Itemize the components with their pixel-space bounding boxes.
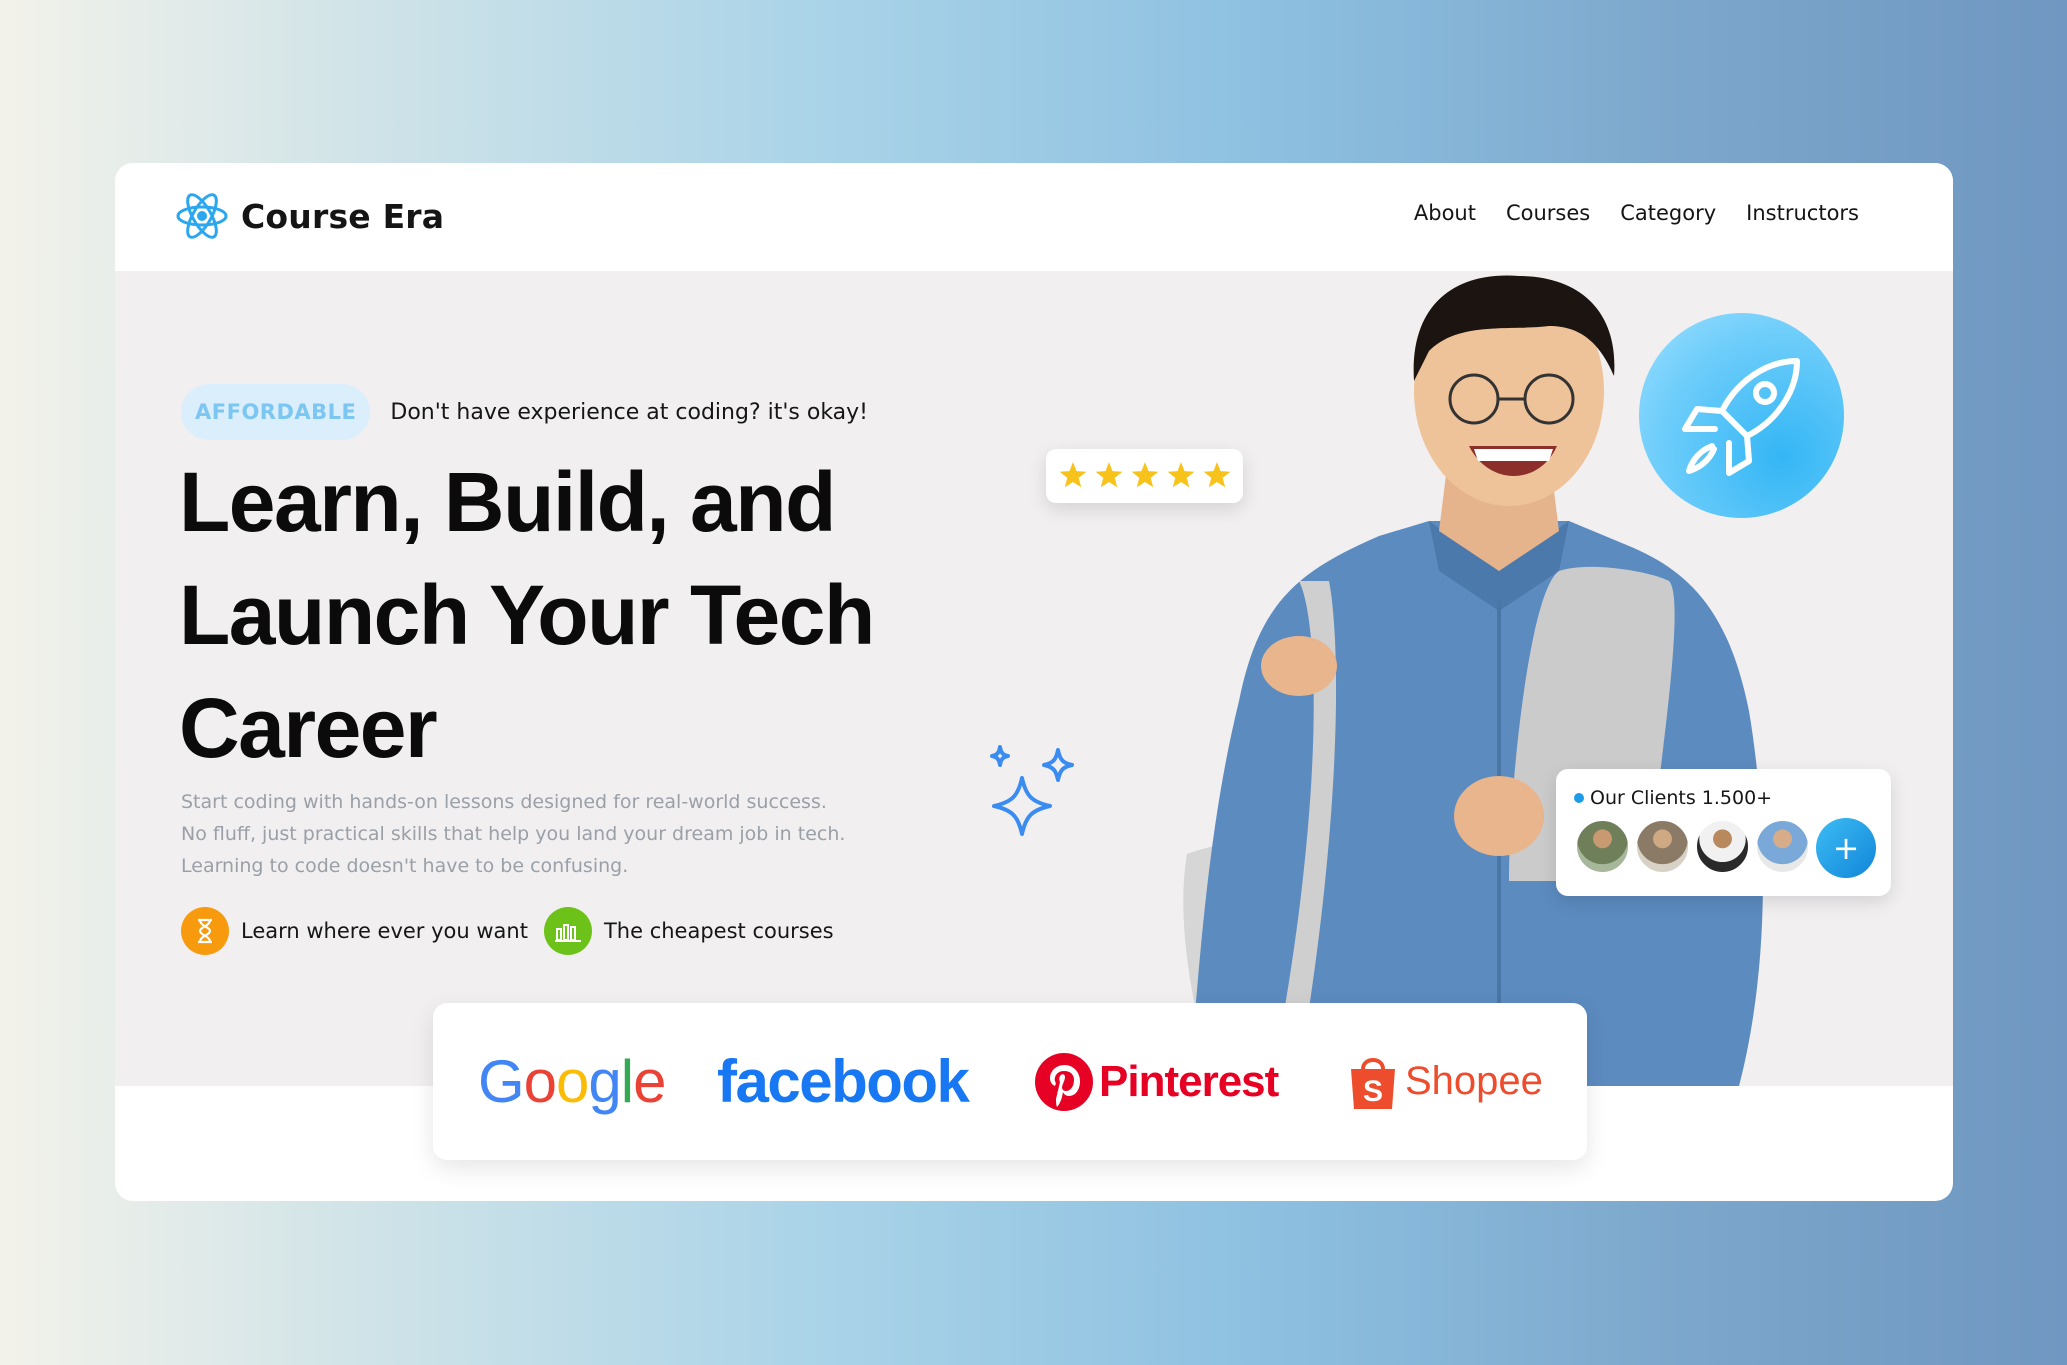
partners-bar: Google facebook Pinterest S Shopee xyxy=(433,1003,1587,1160)
clients-card: Our Clients 1.500+ + xyxy=(1556,769,1891,896)
logo[interactable]: Course Era xyxy=(175,187,444,245)
brand-name: Course Era xyxy=(241,196,445,236)
bar-chart-icon xyxy=(543,907,592,955)
star-icon xyxy=(1167,462,1194,488)
pinterest-logo: Pinterest xyxy=(1035,1003,1279,1160)
avatar-group: + xyxy=(1574,818,1876,878)
google-logo: Google xyxy=(478,1003,667,1160)
status-dot xyxy=(1574,793,1584,803)
hourglass-icon xyxy=(181,907,229,955)
nav-courses[interactable]: Courses xyxy=(1506,201,1590,225)
headline-line: Learn, Build, and xyxy=(179,455,836,549)
clients-title: Our Clients 1.500+ xyxy=(1574,787,1772,809)
rocket-icon xyxy=(1681,357,1800,476)
hero-headline: Learn, Build, and Launch Your Tech Caree… xyxy=(179,446,1039,785)
facebook-logo: facebook xyxy=(717,1003,970,1160)
shopee-logo: S Shopee xyxy=(1349,1003,1543,1160)
shopping-bag-icon: S xyxy=(1351,1057,1395,1109)
avatar[interactable] xyxy=(1634,818,1691,875)
avatar[interactable] xyxy=(1754,818,1811,875)
google-letter: e xyxy=(633,1048,666,1115)
svg-text:S: S xyxy=(1363,1075,1383,1108)
add-client-button[interactable]: + xyxy=(1816,818,1876,878)
landing-card: Course Era About Courses Category Instru… xyxy=(115,163,1953,1201)
description-line: No fluff, just practical skills that hel… xyxy=(181,823,846,845)
nav-category[interactable]: Category xyxy=(1620,201,1716,225)
google-letter: l xyxy=(620,1048,634,1115)
badge-text: Don't have experience at coding? it's ok… xyxy=(390,399,868,425)
feature-row: Learn where ever you want The cheapest c… xyxy=(181,907,834,955)
navbar: Course Era About Courses Category Instru… xyxy=(115,163,1953,271)
description-line: Learning to code doesn't have to be conf… xyxy=(181,855,629,877)
rating-card xyxy=(1046,449,1243,503)
headline-line: Career xyxy=(179,681,438,775)
affordable-badge: AFFORDABLE xyxy=(181,384,371,440)
pinterest-icon xyxy=(1035,1052,1093,1111)
feature-label: The cheapest courses xyxy=(603,919,834,943)
feature-item: Learn where ever you want xyxy=(181,907,528,955)
feature-item: The cheapest courses xyxy=(543,907,834,955)
avatar[interactable] xyxy=(1694,818,1751,875)
google-letter: o xyxy=(556,1048,589,1115)
badge-row: AFFORDABLE Don't have experience at codi… xyxy=(181,384,868,440)
hero-description: Start coding with hands-on lessons desig… xyxy=(181,786,901,882)
feature-label: Learn where ever you want xyxy=(241,919,528,943)
atom-icon xyxy=(176,193,228,239)
sparkle-icon xyxy=(990,745,1074,836)
hero-section: AFFORDABLE Don't have experience at codi… xyxy=(115,271,1953,1086)
nav-instructors[interactable]: Instructors xyxy=(1746,201,1859,225)
headline-line: Launch Your Tech xyxy=(179,568,875,662)
facebook-wordmark: facebook xyxy=(717,1048,970,1115)
star-rating xyxy=(1059,462,1230,488)
nav-about[interactable]: About xyxy=(1414,201,1476,225)
clients-label: Our Clients 1.500+ xyxy=(1590,787,1773,809)
main-nav: About Courses Category Instructors xyxy=(1414,201,1859,225)
star-icon xyxy=(1203,462,1230,488)
google-wordmark: Google xyxy=(478,1047,667,1116)
description-line: Start coding with hands-on lessons desig… xyxy=(181,791,827,813)
rocket-badge xyxy=(1639,313,1844,518)
google-letter: g xyxy=(588,1048,621,1115)
pinterest-wordmark: Pinterest xyxy=(1099,1056,1279,1106)
avatar[interactable] xyxy=(1574,818,1631,875)
star-icon xyxy=(1131,462,1158,488)
star-icon xyxy=(1095,462,1122,488)
star-icon xyxy=(1059,462,1086,488)
shopee-wordmark: Shopee xyxy=(1405,1059,1543,1103)
google-letter: o xyxy=(523,1048,557,1115)
google-letter: G xyxy=(478,1048,525,1115)
